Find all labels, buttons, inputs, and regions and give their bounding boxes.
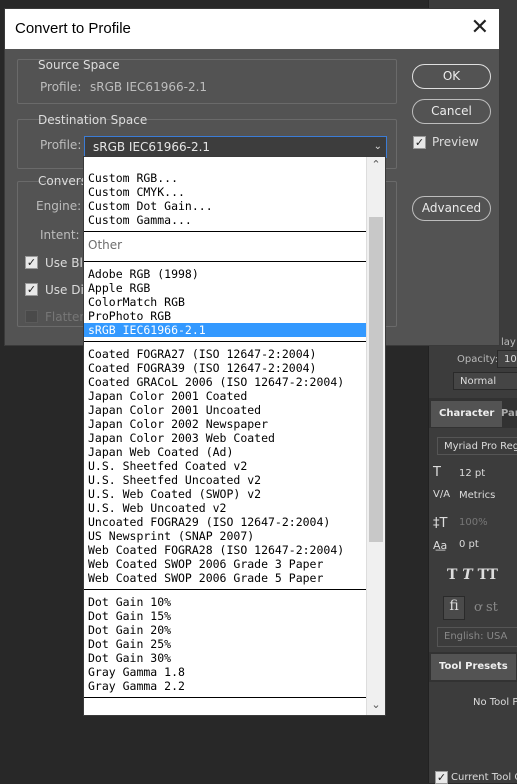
use-black-point-checkbox[interactable]: ✓ — [25, 256, 38, 269]
destination-profile-value: sRGB IEC61966-2.1 — [93, 140, 211, 154]
profile-option[interactable]: Custom Gamma... — [84, 213, 366, 227]
ligature-icon[interactable]: fi — [443, 596, 465, 620]
tab-tool-presets[interactable]: Tool Presets — [431, 654, 516, 680]
profile-option[interactable]: Dot Gain 30% — [84, 651, 366, 665]
font-size-field[interactable]: 12 pt — [453, 465, 517, 483]
scroll-thumb[interactable] — [369, 217, 383, 542]
profile-option[interactable]: ColorMatch RGB — [84, 295, 366, 309]
font-family-select[interactable]: Myriad Pro Regu — [437, 437, 517, 455]
flatten-label: Flatten — [45, 310, 87, 324]
profile-option[interactable]: Gray Gamma 1.8 — [84, 665, 366, 679]
profile-option[interactable]: Coated GRACoL 2006 (ISO 12647-2:2004) — [84, 375, 366, 389]
use-dither-label: Use Dit — [45, 283, 89, 297]
baseline-shift-field[interactable]: 0 pt — [453, 536, 517, 554]
opentype-icon[interactable]: ơ st — [474, 600, 498, 615]
font-size-icon: T — [433, 465, 441, 480]
profile-option[interactable]: Japan Color 2002 Newspaper — [84, 417, 366, 431]
baseline-shift-icon: A͟a — [433, 539, 448, 552]
source-profile-label: Profile: — [40, 80, 82, 94]
intent-label: Intent: — [40, 228, 80, 242]
blend-mode-select[interactable]: Normal — [453, 372, 517, 390]
dialog-titlebar: Convert to Profile ✕ — [5, 9, 499, 49]
profile-option[interactable]: Dot Gain 15% — [84, 609, 366, 623]
dropdown-separator — [84, 341, 366, 342]
preview-label: Preview — [432, 135, 479, 149]
dropdown-separator — [84, 697, 366, 698]
preview-checkbox[interactable]: ✓ — [413, 136, 426, 149]
profile-option[interactable]: sRGB IEC61966-2.1 — [84, 323, 366, 337]
dropdown-scrollbar[interactable]: ⌃ ⌄ — [366, 157, 385, 715]
chevron-down-icon: ⌄ — [373, 141, 382, 152]
current-tool-label: Current Tool O — [451, 772, 517, 783]
profile-option[interactable]: US Newsprint (SNAP 2007) — [84, 529, 366, 543]
opacity-label: Opacity: — [457, 354, 499, 365]
scroll-down-icon[interactable]: ⌄ — [367, 697, 385, 713]
flatten-checkbox[interactable] — [25, 310, 38, 323]
profile-option[interactable]: Adobe RGB (1998) — [84, 267, 366, 281]
language-select[interactable]: English: USA — [437, 627, 517, 647]
profile-option[interactable]: Coated FOGRA39 (ISO 12647-2:2004) — [84, 361, 366, 375]
kerning-icon: V/A — [433, 489, 451, 500]
vertical-scale-icon: ‡T — [433, 516, 448, 531]
profile-option[interactable]: Dot Gain 10% — [84, 595, 366, 609]
profile-option[interactable]: Japan Color 2001 Coated — [84, 389, 366, 403]
profile-option[interactable]: Coated FOGRA27 (ISO 12647-2:2004) — [84, 347, 366, 361]
profile-option[interactable]: Custom Dot Gain... — [84, 199, 366, 213]
profile-option[interactable]: U.S. Sheetfed Coated v2 — [84, 459, 366, 473]
source-space-heading: Source Space — [38, 58, 120, 72]
profile-option[interactable]: ProPhoto RGB — [84, 309, 366, 323]
current-tool-checkbox[interactable]: ✓ — [435, 771, 448, 784]
use-dither-checkbox[interactable]: ✓ — [25, 283, 38, 296]
profile-option[interactable]: Japan Color 2003 Web Coated — [84, 431, 366, 445]
vertical-scale-field[interactable]: 100% — [453, 514, 517, 532]
profile-option[interactable]: Custom CMYK... — [84, 185, 366, 199]
source-profile-value: sRGB IEC61966-2.1 — [90, 80, 208, 94]
advanced-button[interactable]: Advanced — [412, 196, 491, 221]
tab-character[interactable]: Character — [431, 401, 503, 427]
profile-option[interactable]: Dot Gain 20% — [84, 623, 366, 637]
close-icon[interactable]: ✕ — [471, 15, 489, 40]
profile-option[interactable]: Custom RGB... — [84, 171, 366, 185]
tab-paragraph[interactable]: Par — [501, 401, 517, 427]
blend-mode-fragment: lay — [501, 337, 516, 348]
engine-label: Engine: — [36, 199, 82, 213]
opacity-field[interactable]: 100 — [497, 350, 517, 368]
profile-option[interactable]: Dot Gain 25% — [84, 637, 366, 651]
scroll-up-icon[interactable]: ⌃ — [367, 157, 385, 173]
profile-option[interactable]: Web Coated SWOP 2006 Grade 5 Paper — [84, 571, 366, 585]
profile-option[interactable]: Japan Color 2001 Uncoated — [84, 403, 366, 417]
profile-dropdown-list[interactable]: Custom RGB... Custom CMYK... Custom Dot Ga… — [83, 156, 386, 716]
faux-bold-icon[interactable]: T T TT — [447, 567, 498, 583]
dropdown-separator — [84, 589, 366, 590]
other-header: Other — [88, 238, 123, 252]
ok-button[interactable]: OK — [412, 64, 491, 89]
destination-profile-label: Profile: — [40, 138, 82, 152]
profile-option[interactable]: Apple RGB — [84, 281, 366, 295]
profile-option[interactable]: Web Coated FOGRA28 (ISO 12647-2:2004) — [84, 543, 366, 557]
profile-option[interactable]: Uncoated FOGRA29 (ISO 12647-2:2004) — [84, 515, 366, 529]
profile-option[interactable]: U.S. Web Uncoated v2 — [84, 501, 366, 515]
dialog-title: Convert to Profile — [15, 20, 131, 37]
profile-option[interactable]: U.S. Web Coated (SWOP) v2 — [84, 487, 366, 501]
dropdown-separator — [84, 231, 366, 232]
kerning-field[interactable]: Metrics — [453, 487, 517, 505]
destination-space-heading: Destination Space — [38, 113, 148, 127]
dropdown-separator — [84, 261, 366, 262]
profile-option[interactable]: U.S. Sheetfed Uncoated v2 — [84, 473, 366, 487]
cancel-button[interactable]: Cancel — [412, 99, 491, 124]
no-tool-presets-text: No Tool Pr — [473, 697, 517, 708]
destination-profile-select[interactable]: sRGB IEC61966-2.1 ⌄ — [84, 136, 387, 158]
profile-option[interactable]: Japan Web Coated (Ad) — [84, 445, 366, 459]
profile-option[interactable]: Web Coated SWOP 2006 Grade 3 Paper — [84, 557, 366, 571]
profile-option[interactable]: Gray Gamma 2.2 — [84, 679, 366, 693]
